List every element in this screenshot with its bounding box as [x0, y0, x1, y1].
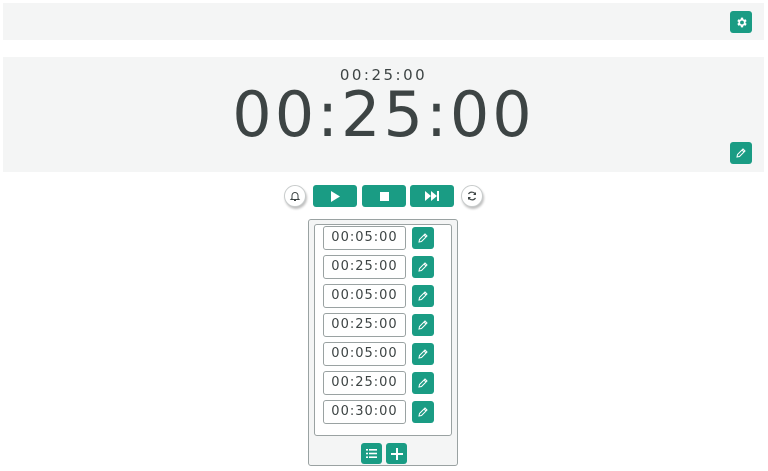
plus-icon — [390, 447, 403, 460]
edit-interval-button[interactable] — [412, 285, 434, 307]
interval-time-field[interactable]: 00:25:00 — [323, 255, 406, 279]
reset-button[interactable] — [461, 185, 483, 207]
stop-icon — [379, 191, 389, 201]
bell-icon — [289, 190, 301, 202]
list-view-button[interactable] — [361, 443, 382, 464]
interval-time-field[interactable]: 00:30:00 — [323, 400, 406, 424]
pencil-icon — [417, 290, 429, 302]
settings-button[interactable] — [730, 11, 752, 33]
edit-interval-button[interactable] — [412, 227, 434, 249]
top-bar — [3, 3, 764, 40]
skip-button[interactable] — [410, 185, 454, 207]
pencil-icon — [417, 406, 429, 418]
timer-large-display: 00:25:00 — [232, 78, 535, 151]
timer-panel: 00:25:00 00:25:00 — [3, 57, 764, 172]
interval-time-field[interactable]: 00:05:00 — [323, 284, 406, 308]
play-icon — [330, 190, 340, 202]
interval-time-field[interactable]: 00:05:00 — [323, 226, 406, 250]
pencil-icon — [417, 319, 429, 331]
bell-button[interactable] — [284, 185, 306, 207]
list-icon — [366, 449, 377, 458]
pencil-icon — [735, 147, 747, 159]
edit-interval-button[interactable] — [412, 314, 434, 336]
play-button[interactable] — [313, 185, 357, 207]
interval-time-field[interactable]: 00:25:00 — [323, 313, 406, 337]
edit-interval-button[interactable] — [412, 256, 434, 278]
interval-list-panel: 00:05:00 00:25:00 00:05:00 00:25:00 00:0… — [308, 219, 458, 466]
edit-interval-button[interactable] — [412, 401, 434, 423]
edit-interval-button[interactable] — [412, 372, 434, 394]
skip-forward-icon — [425, 191, 439, 201]
stop-button[interactable] — [362, 185, 406, 207]
edit-timer-button[interactable] — [730, 142, 752, 164]
interval-time-field[interactable]: 00:25:00 — [323, 371, 406, 395]
edit-interval-button[interactable] — [412, 343, 434, 365]
gear-icon — [735, 16, 748, 29]
pencil-icon — [417, 232, 429, 244]
interval-time-field[interactable]: 00:05:00 — [323, 342, 406, 366]
pencil-icon — [417, 261, 429, 273]
refresh-icon — [466, 190, 478, 202]
pencil-icon — [417, 348, 429, 360]
add-interval-button[interactable] — [386, 443, 407, 464]
pencil-icon — [417, 377, 429, 389]
